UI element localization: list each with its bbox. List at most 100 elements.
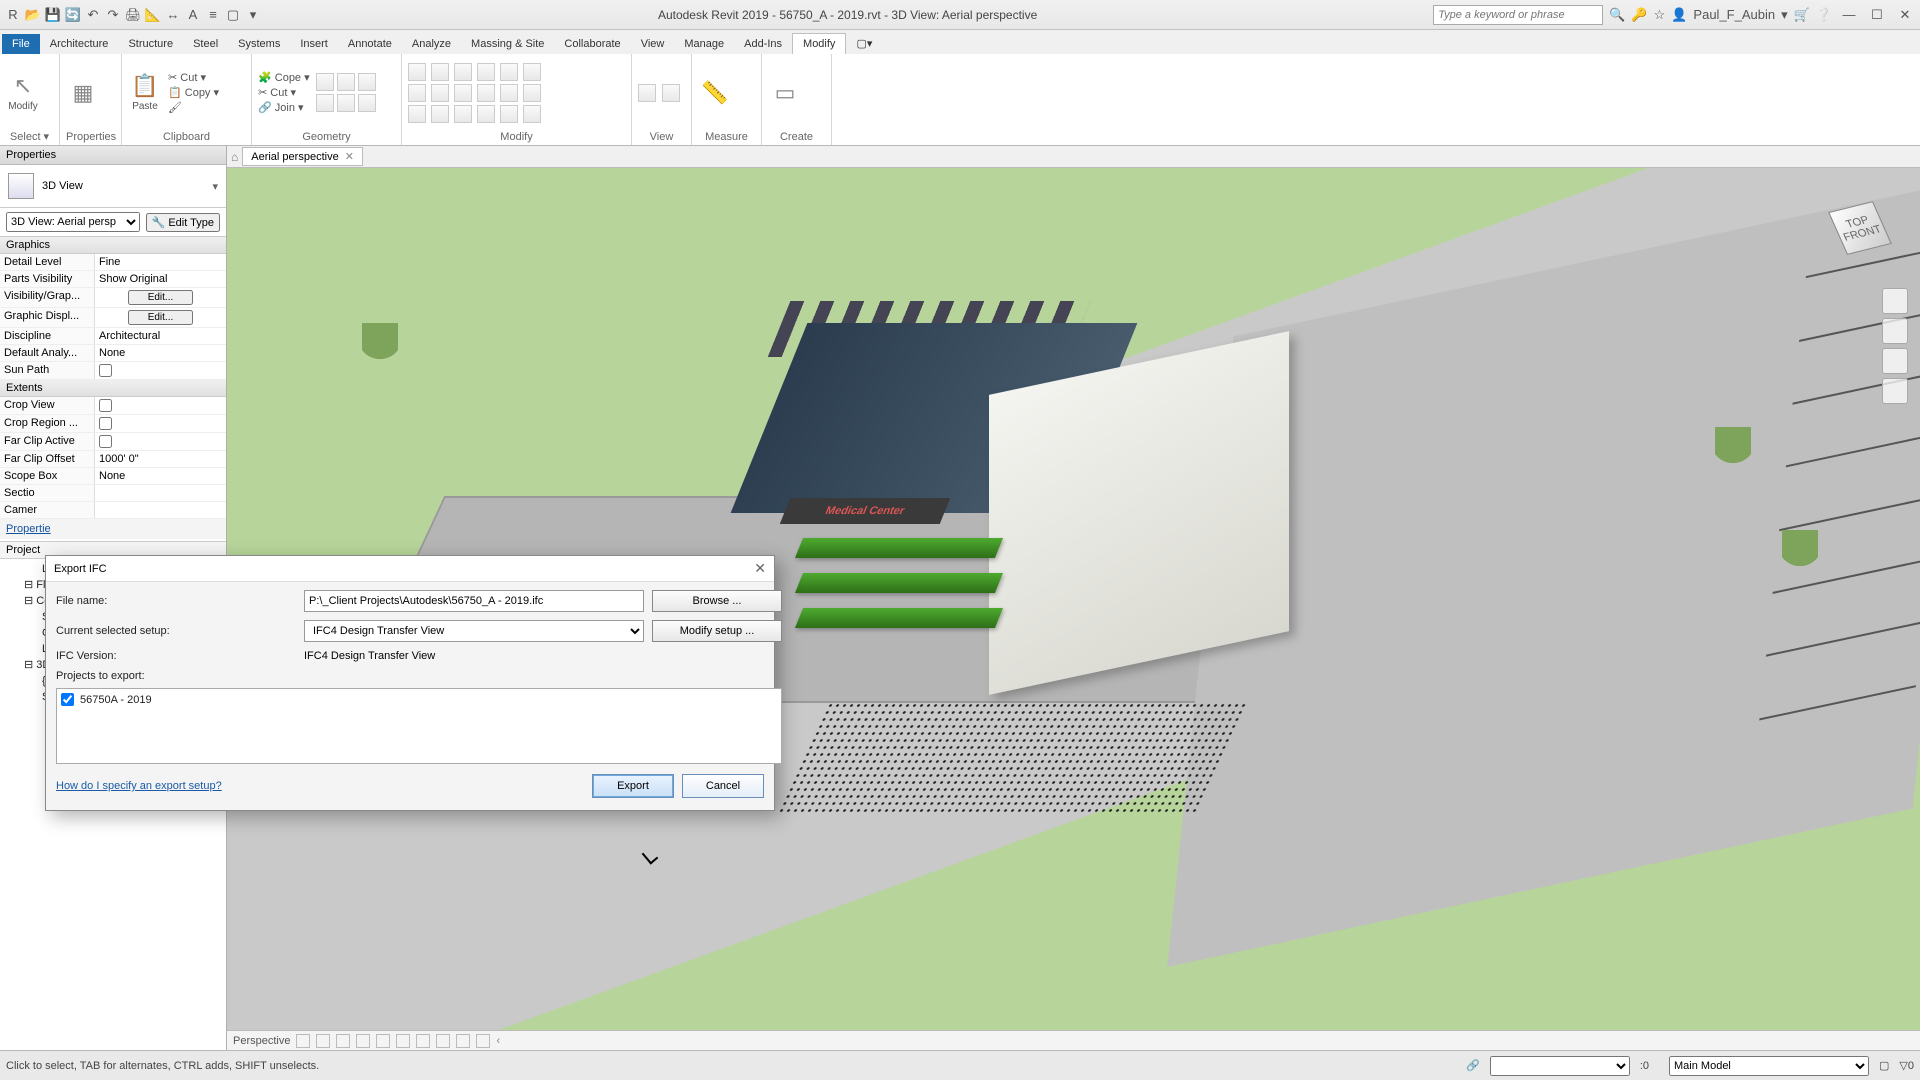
design-options-select[interactable] [1490,1056,1630,1076]
selection-count-icon[interactable]: ▢ [1879,1059,1889,1072]
cart-icon[interactable]: 🛒 [1794,7,1810,23]
switch-windows-icon[interactable]: ▾ [244,6,262,24]
measure-icon[interactable]: 📐 [144,6,162,24]
close-hidden-icon[interactable]: ▢ [224,6,242,24]
lock-icon[interactable] [436,1034,450,1048]
visual-style-icon[interactable] [316,1034,330,1048]
save-icon[interactable]: 💾 [44,6,62,24]
viewcube[interactable]: TOPFRONT [1820,188,1900,268]
star-icon[interactable]: ☆ [1654,7,1666,23]
project-checkbox[interactable] [61,693,74,706]
graphic-display-edit-button[interactable]: Edit... [128,310,194,325]
far-clip-checkbox[interactable] [99,435,112,448]
tab-systems[interactable]: Systems [228,34,290,54]
shadows-icon[interactable] [356,1034,370,1048]
home-view-icon[interactable]: ⌂ [231,150,238,164]
dialog-close-icon[interactable]: ✕ [754,560,766,577]
geometry-tools[interactable] [316,73,376,112]
open-icon[interactable]: 📂 [24,6,42,24]
ribbon-collapse-icon[interactable]: ▢▾ [846,33,882,54]
tab-steel[interactable]: Steel [183,34,228,54]
scale-label[interactable]: Perspective [233,1035,290,1047]
prop-far-clip-offset-value[interactable]: 1000' 0" [95,451,226,467]
section-extents[interactable]: Extents [0,380,226,397]
prop-scope-box-value[interactable]: None [95,468,226,484]
steering-wheel-icon[interactable] [1882,288,1908,314]
view-tab-active[interactable]: Aerial perspective ✕ [242,147,363,166]
tab-insert[interactable]: Insert [290,34,338,54]
text-icon[interactable]: A [184,6,202,24]
orbit-icon[interactable] [1882,378,1908,404]
reveal-icon[interactable] [476,1034,490,1048]
close-view-icon[interactable]: ✕ [345,150,354,163]
render-icon[interactable] [376,1034,390,1048]
align-icon[interactable]: ↔ [164,6,182,24]
chevron-down-icon[interactable]: ▾ [212,180,218,193]
create-tool-icon[interactable]: ▭ [768,69,802,117]
tab-structure[interactable]: Structure [118,34,183,54]
detail-level-icon[interactable] [296,1034,310,1048]
prop-discipline-value[interactable]: Architectural [95,328,226,344]
match-button[interactable]: 🖌 [168,101,219,114]
setup-select[interactable]: IFC4 Design Transfer View [304,620,644,642]
type-selector[interactable]: 3D View: Aerial persp [6,212,140,232]
tab-massing[interactable]: Massing & Site [461,34,554,54]
view-tool-icon[interactable] [638,84,656,102]
tab-view[interactable]: View [631,34,675,54]
close-icon[interactable]: ✕ [1894,7,1916,23]
link-icon[interactable]: 🔗 [1466,1059,1480,1072]
tab-analyze[interactable]: Analyze [402,34,461,54]
user-icon[interactable]: 👤 [1671,7,1687,23]
section-graphics[interactable]: Graphics [0,237,226,254]
edit-type-button[interactable]: 🔧 Edit Type [146,213,220,232]
search-icon[interactable]: 🔍 [1609,7,1625,23]
redo-icon[interactable]: ↷ [104,6,122,24]
thin-lines-icon[interactable]: ≡ [204,6,222,24]
view-type-selector[interactable]: 3D View ▾ [0,165,226,208]
help-icon[interactable]: ❔ [1816,7,1832,23]
workset-select[interactable]: Main Model [1669,1056,1869,1076]
tab-addins[interactable]: Add-Ins [734,34,792,54]
project-item[interactable]: 56750A - 2019 [61,693,777,706]
crop-icon[interactable] [396,1034,410,1048]
tab-collaborate[interactable]: Collaborate [554,34,630,54]
crop-view-checkbox[interactable] [99,399,112,412]
temp-hide-icon[interactable] [456,1034,470,1048]
sun-path-checkbox[interactable] [99,364,112,377]
minimize-icon[interactable]: — [1838,7,1860,22]
cope-button[interactable]: 🧩 Cope ▾ [258,71,310,84]
measure-tool-icon[interactable]: 📏 [698,69,732,117]
export-button[interactable]: Export [592,774,674,798]
join-button[interactable]: 🔗 Join ▾ [258,101,310,114]
crop-region-icon[interactable] [416,1034,430,1048]
modify-tools[interactable] [408,63,543,123]
tab-file[interactable]: File [2,34,40,54]
undo-icon[interactable]: ↶ [84,6,102,24]
filter-icon[interactable]: ▽0 [1899,1059,1914,1072]
cut-geom-button[interactable]: ✂ Cut ▾ [258,86,310,99]
file-name-input[interactable] [304,590,644,612]
prop-parts-vis-value[interactable]: Show Original [95,271,226,287]
keys-icon[interactable]: 🔑 [1631,7,1647,23]
search-input[interactable] [1433,5,1603,25]
dialog-titlebar[interactable]: Export IFC ✕ [46,556,774,582]
properties-icon[interactable]: ▦ [66,69,100,117]
copy-button[interactable]: 📋 Copy ▾ [168,86,219,99]
dropdown-icon[interactable]: ▾ [1781,7,1788,23]
vis-graphics-edit-button[interactable]: Edit... [128,290,194,305]
modify-tool-icon[interactable]: ↖Modify [6,68,40,116]
modify-setup-button[interactable]: Modify setup ... [652,620,782,642]
user-name[interactable]: Paul_F_Aubin [1693,7,1775,22]
tab-annotate[interactable]: Annotate [338,34,402,54]
view-tool-icon-2[interactable] [662,84,680,102]
prop-default-analysis-value[interactable]: None [95,345,226,361]
crop-region-checkbox[interactable] [99,417,112,430]
paste-icon[interactable]: 📋Paste [128,69,162,117]
help-link[interactable]: How do I specify an export setup? [56,780,222,792]
maximize-icon[interactable]: ☐ [1866,7,1888,23]
pan-icon[interactable] [1882,318,1908,344]
sun-path-icon[interactable] [336,1034,350,1048]
properties-help-link[interactable]: Propertie [0,519,226,539]
sync-icon[interactable]: 🔄 [64,6,82,24]
print-icon[interactable]: 🖨 [124,6,142,24]
